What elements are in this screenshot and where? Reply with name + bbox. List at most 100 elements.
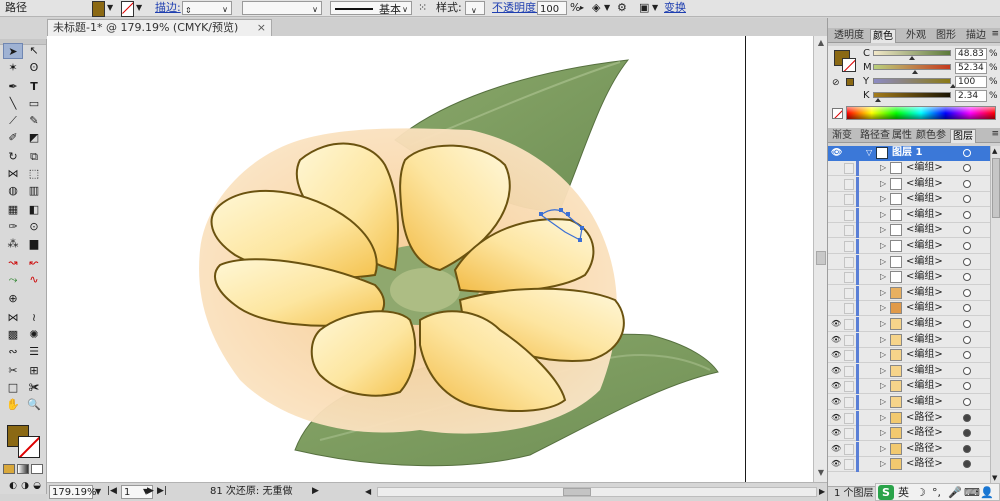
eye-icon[interactable]: 👁: [831, 444, 841, 453]
layer-item-name[interactable]: <编组>: [906, 270, 943, 284]
opacity-input[interactable]: 100: [537, 1, 567, 15]
tab-stroke[interactable]: 描边: [964, 29, 988, 43]
black-slider-handle[interactable]: [875, 98, 881, 102]
draw-inside-icon[interactable]: ◒: [27, 478, 47, 494]
black-value[interactable]: 2.34: [955, 90, 987, 102]
eye-icon[interactable]: [831, 304, 841, 312]
symbol-sprayer-tool-icon[interactable]: ⁂: [3, 236, 23, 252]
layer-item[interactable]: 👁 ▷ <编组>: [828, 317, 990, 332]
document-tab[interactable]: 未标题-1* @ 179.19% (CMYK/预览) ×: [47, 19, 272, 36]
last-page-icon[interactable]: ▶|: [157, 485, 167, 499]
hand-tool-icon[interactable]: ✋: [3, 397, 23, 413]
mini-fill-icon[interactable]: [846, 78, 854, 86]
close-icon[interactable]: ×: [257, 20, 266, 36]
zoom-tool-icon[interactable]: 🔍: [24, 397, 44, 413]
eye-icon[interactable]: [831, 211, 841, 219]
measure-tool-icon[interactable]: ⊙: [24, 219, 44, 235]
black-slider[interactable]: [873, 92, 951, 98]
expand-arrow-icon[interactable]: ▷: [880, 239, 886, 253]
layer-item-name[interactable]: <编组>: [906, 177, 943, 191]
expand-arrow-icon[interactable]: ▷: [880, 317, 886, 331]
eye-icon[interactable]: [831, 164, 841, 172]
ime-language[interactable]: 英: [898, 485, 909, 500]
settings-icon[interactable]: ⚙: [617, 0, 627, 16]
perspective-grid-tool-icon[interactable]: ▦: [3, 202, 23, 218]
target-circle-icon[interactable]: [963, 351, 971, 360]
layer-item[interactable]: ▷ <编组>: [828, 223, 990, 239]
layer-item[interactable]: ▷ <编组>: [828, 161, 990, 176]
width-tool-icon[interactable]: ⋈: [3, 166, 23, 182]
scroll-down-icon[interactable]: ▼: [816, 468, 826, 478]
line-tool-icon[interactable]: ╲: [3, 96, 23, 112]
chevron-right-icon[interactable]: ▸: [580, 0, 584, 16]
zoom-dropdown-icon[interactable]: ▼: [95, 485, 101, 499]
expand-arrow-icon[interactable]: ▷: [880, 348, 886, 362]
layer-item[interactable]: 👁 ▷ <路径>: [828, 441, 990, 457]
expand-arrow-icon[interactable]: ▷: [880, 395, 886, 409]
lock-toggle[interactable]: [844, 334, 854, 346]
color-stroke-swatch[interactable]: [842, 58, 856, 72]
layer-item[interactable]: ▷ <编组>: [828, 192, 990, 208]
scissors-tool-icon[interactable]: □: [3, 380, 23, 396]
layer-item-name[interactable]: <路径>: [906, 457, 943, 471]
expand-arrow-icon[interactable]: ▷: [880, 208, 886, 222]
layer-item[interactable]: ▷ <编组>: [828, 301, 990, 317]
layer-item-name[interactable]: <编组>: [906, 333, 943, 347]
default-colors-icon[interactable]: ⊘: [832, 78, 840, 88]
pencil-tool-icon[interactable]: ✎: [24, 113, 44, 129]
eye-icon[interactable]: 👁: [831, 382, 841, 390]
next-page-icon[interactable]: ▶: [147, 485, 154, 499]
layer-item-name[interactable]: <编组>: [906, 301, 943, 315]
artboard-canvas[interactable]: [47, 36, 813, 482]
stroke-dropdown-arrow[interactable]: ▼: [136, 0, 142, 16]
layer-item-name[interactable]: <编组>: [906, 255, 943, 269]
layer-item[interactable]: ▷ <编组>: [828, 270, 990, 286]
expand-arrow-icon[interactable]: ▷: [880, 255, 886, 269]
expand-arrow-icon[interactable]: ▷: [880, 301, 886, 315]
target-circle-icon[interactable]: [963, 304, 971, 313]
blend-tool-icon[interactable]: ⤳: [3, 272, 23, 288]
shape-builder-tool-icon[interactable]: ◍: [3, 183, 23, 199]
eye-icon[interactable]: 👁: [831, 366, 841, 375]
layer-item-name[interactable]: <编组>: [906, 348, 943, 362]
eyedropper-tool-icon[interactable]: ✑: [3, 219, 23, 235]
type-tool-icon[interactable]: T: [24, 79, 44, 95]
fill-dropdown-arrow[interactable]: ▼: [107, 0, 113, 16]
expand-arrow-icon[interactable]: ▷: [880, 270, 886, 284]
expand-arrow-icon[interactable]: ▷: [880, 286, 886, 300]
ime-logo[interactable]: S: [878, 485, 894, 500]
target-circle-icon[interactable]: [963, 179, 971, 188]
lock-toggle[interactable]: [844, 303, 854, 315]
brush-style-dropdown[interactable]: 基本 ∨: [330, 1, 412, 16]
layer-item[interactable]: 👁 ▷ <编组>: [828, 379, 990, 395]
vertical-scrollbar[interactable]: ▲ ▼: [813, 36, 827, 482]
layer-row-header[interactable]: 👁 ▽ 图层 1: [828, 146, 990, 161]
target-circle-icon[interactable]: [963, 444, 971, 453]
target-circle-icon[interactable]: [963, 149, 971, 157]
recolor-dropdown-arrow[interactable]: ▼: [604, 0, 610, 16]
eye-icon[interactable]: 👁: [831, 320, 841, 328]
expand-arrow-icon[interactable]: ▷: [880, 442, 886, 456]
print-tiling-tool-icon[interactable]: ✀: [24, 380, 44, 396]
layer-item[interactable]: ▷ <编组>: [828, 207, 990, 223]
layer-item-name[interactable]: <路径>: [906, 411, 943, 425]
eye-icon[interactable]: 👁: [831, 335, 841, 344]
none-mode-icon[interactable]: [31, 464, 43, 474]
recolor-icon[interactable]: ◈: [592, 0, 600, 16]
expand-arrow-icon[interactable]: ▷: [880, 379, 886, 393]
expand-arrow-icon[interactable]: ▷: [880, 426, 886, 440]
fill-swatch[interactable]: [92, 1, 105, 17]
punctuation-icon[interactable]: °,: [932, 485, 941, 500]
layers-scrollbar[interactable]: ▲ ▼: [990, 146, 1000, 486]
yellow-slider[interactable]: [873, 78, 951, 84]
layer-item-name[interactable]: <编组>: [906, 192, 943, 206]
layer-item-name[interactable]: <编组>: [906, 364, 943, 378]
status-menu-icon[interactable]: ▶: [312, 485, 319, 499]
stroke-color-box[interactable]: [18, 436, 40, 458]
layers-scroll-thumb[interactable]: [992, 158, 1000, 218]
target-circle-icon[interactable]: [963, 210, 971, 219]
scroll-up-icon[interactable]: ▲: [816, 38, 826, 48]
layer-item[interactable]: ▷ <编组>: [828, 176, 990, 192]
eye-icon[interactable]: 👁: [831, 398, 841, 406]
eye-icon[interactable]: [831, 226, 841, 234]
